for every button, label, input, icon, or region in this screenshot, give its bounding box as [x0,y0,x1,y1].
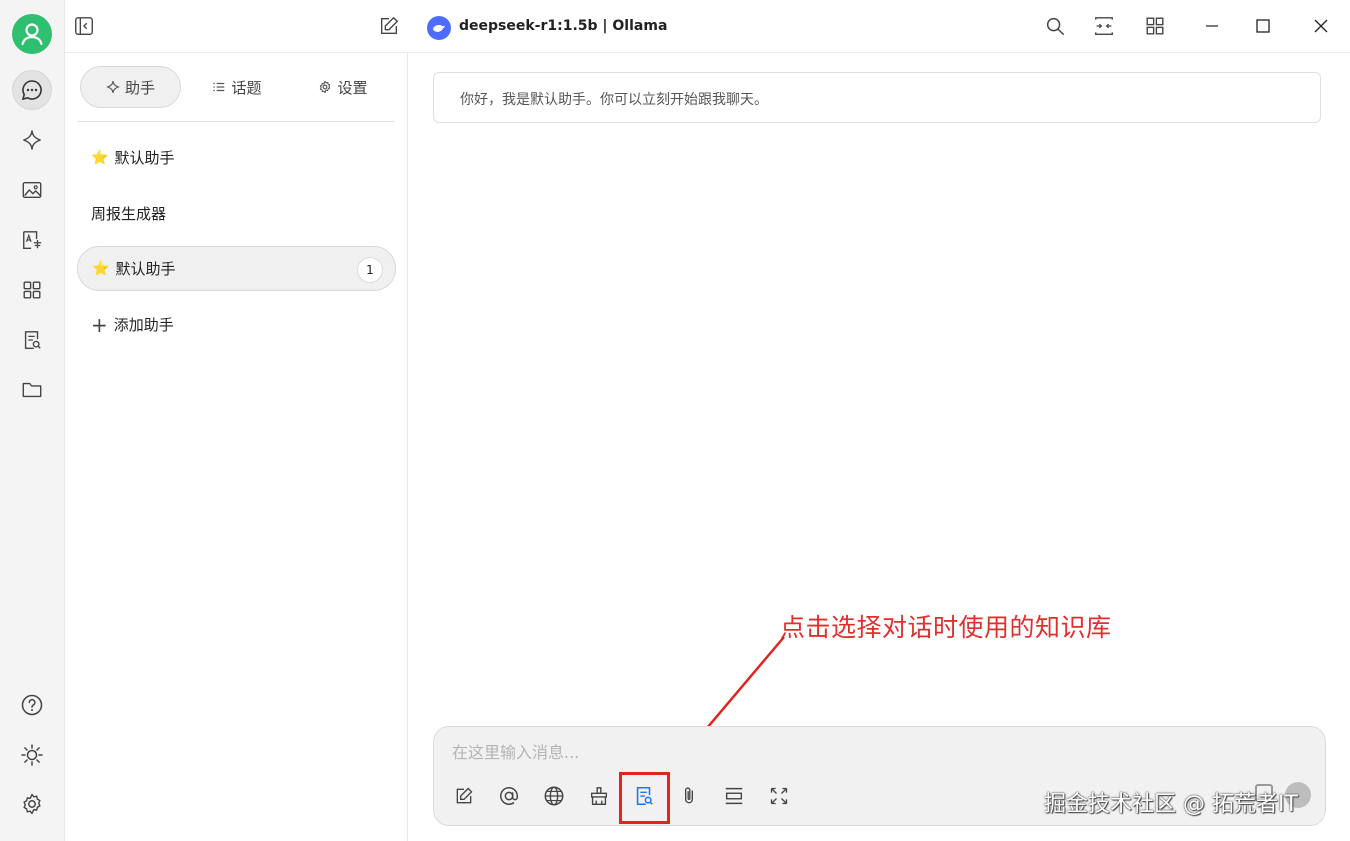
clear-context-tool[interactable] [585,782,613,810]
assistant-label: 周报生成器 [91,205,167,223]
star-icon: ⭐ [91,149,109,166]
tab-label: 话题 [231,78,262,97]
watermark: 掘金技术社区 @ 拓荒者IT [1044,792,1298,817]
tab-label: 助手 [124,78,155,97]
narrow-mode-button[interactable] [1091,13,1117,39]
user-icon [21,23,43,46]
assistant-item[interactable]: 周报生成器 [77,191,396,236]
assistant-sidebar: 助手 话题 设置 ⭐ 默认助手 周报生成器 ⭐ 默认助手 1 + 添加助手 [65,53,408,841]
edit-icon [456,787,473,804]
apps-grid-icon [23,281,41,299]
nav-agents[interactable] [12,120,52,160]
globe-icon [544,786,564,806]
user-avatar[interactable] [12,14,52,54]
whale-icon [433,25,445,32]
message-input[interactable] [452,739,1152,765]
nav-settings[interactable] [12,784,52,824]
expand-icon [770,787,788,805]
nav-rail [0,0,65,841]
add-assistant-button[interactable]: + 添加助手 [77,302,396,347]
knowledge-highlight-box [619,772,670,824]
tab-settings[interactable]: 设置 [297,66,389,108]
sparkle-icon [106,81,120,93]
close-button[interactable] [1308,13,1334,39]
minimize-button[interactable] [1199,13,1225,39]
tab-label: 设置 [337,78,368,97]
plus-icon: + [91,312,108,337]
tab-topics[interactable]: 话题 [194,66,280,108]
minimize-icon [1206,25,1218,27]
model-title[interactable]: deepseek-r1:1.5b | Ollama [459,18,667,34]
nav-translate[interactable] [12,220,52,260]
attachment-tool[interactable] [675,782,703,810]
sun-icon [21,744,43,766]
broom-icon [590,787,608,805]
search-button[interactable] [1042,13,1068,39]
nav-apps[interactable] [12,270,52,310]
maximize-button[interactable] [1250,13,1276,39]
close-icon [1314,19,1328,33]
sidebar-tabs: 助手 话题 设置 [77,66,395,122]
expand-input-tool[interactable] [765,782,793,810]
assistant-label: 默认助手 [115,260,176,278]
sparkle-icon [23,130,41,150]
annotation-arrow [669,636,785,773]
edit-icon [380,17,398,35]
knowledge-search-icon [24,331,41,349]
star-icon: ⭐ [92,260,110,277]
nav-chat[interactable] [12,70,52,110]
context-limit-tool[interactable] [720,782,748,810]
width-toggle-icon [1095,17,1113,35]
translate-icon [23,231,42,249]
topic-count-badge: 1 [357,257,383,283]
folder-icon [22,382,42,398]
nav-theme[interactable] [12,735,52,775]
nav-help[interactable] [12,685,52,725]
chat-bubble-icon [21,80,42,101]
add-assistant-label: 添加助手 [113,316,174,334]
new-topic-tool[interactable] [450,782,478,810]
search-icon [1046,17,1064,35]
gear-icon [320,80,331,94]
nav-paintings[interactable] [12,170,52,210]
paperclip-icon [685,787,693,804]
chat-area: 你好，我是默认助手。你可以立刻开始跟我聊天。 点击选择对话时使用的知识库 在这里… [408,53,1350,841]
new-topic-button[interactable] [376,13,402,39]
maximize-icon [1256,19,1270,33]
line-height-icon [725,787,743,805]
grid-icon [1146,17,1164,35]
mini-apps-button[interactable] [1142,13,1168,39]
web-search-tool[interactable] [540,782,568,810]
at-icon [500,787,518,805]
mention-model-tool[interactable] [495,782,523,810]
gear-icon [23,793,41,815]
title-bar: deepseek-r1:1.5b | Ollama [65,0,1350,53]
sidebar-toggle-icon [75,17,93,35]
image-icon [22,181,42,199]
assistant-label: 默认助手 [114,149,175,167]
toggle-sidebar-button[interactable] [71,13,97,39]
help-icon [21,694,43,716]
nav-knowledge[interactable] [12,320,52,360]
tab-assistants[interactable]: 助手 [80,66,181,108]
nav-files[interactable] [12,370,52,410]
list-icon [213,82,225,92]
assistant-item[interactable]: ⭐ 默认助手 [77,135,396,180]
deepseek-logo [427,16,451,40]
assistant-item-active[interactable]: ⭐ 默认助手 1 [77,246,396,291]
